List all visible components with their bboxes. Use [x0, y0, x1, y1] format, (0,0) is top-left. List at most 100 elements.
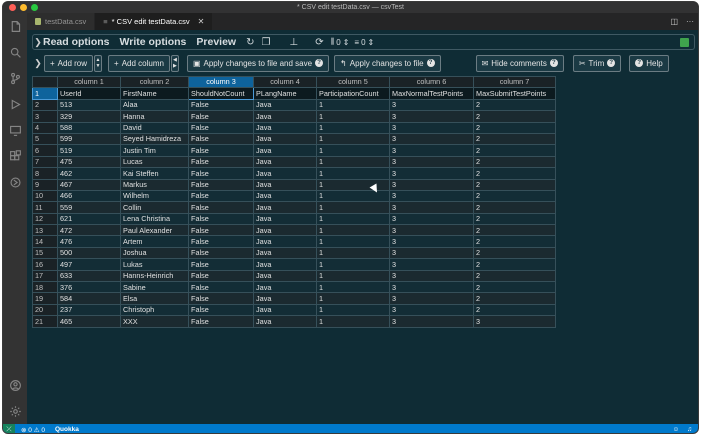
table-cell[interactable]: 519 [57, 144, 121, 157]
table-cell[interactable]: 376 [57, 281, 121, 294]
table-cell[interactable]: 2 [473, 167, 556, 180]
table-cell[interactable]: 3 [389, 132, 474, 146]
table-cell[interactable]: David [120, 121, 189, 134]
table-cell[interactable]: 2 [473, 155, 556, 169]
table-cell[interactable]: 1 [316, 292, 390, 305]
column-header[interactable]: column 5 [316, 75, 390, 89]
hide-comments-button[interactable]: ✉ Hide comments ? [475, 54, 564, 72]
table-cell[interactable]: 621 [57, 212, 121, 226]
table-cell[interactable]: Java [253, 132, 317, 146]
table-cell[interactable]: Collin [120, 201, 189, 214]
table-cell[interactable]: 3 [389, 269, 474, 283]
table-cell[interactable]: 3 [389, 258, 474, 271]
row-number[interactable]: 6 [32, 144, 58, 157]
column-header[interactable]: column 4 [253, 75, 317, 89]
table-cell[interactable]: 2 [473, 110, 556, 123]
apply-and-save-button[interactable]: ▣ Apply changes to file and save ? [186, 54, 330, 72]
run-debug-icon[interactable] [3, 91, 27, 117]
table-cell[interactable]: 3 [389, 246, 474, 260]
fixed-columns-control[interactable]: ≡ 0 ⇕ [354, 38, 374, 47]
table-cell[interactable]: 584 [57, 292, 121, 305]
table-cell[interactable]: Java [253, 235, 317, 248]
table-cell[interactable]: Christoph [120, 303, 189, 317]
table-cell[interactable]: Elsa [120, 292, 189, 305]
row-number[interactable]: 18 [32, 281, 58, 294]
row-number[interactable]: 12 [32, 212, 58, 226]
timeline-icon[interactable] [3, 169, 27, 195]
table-cell[interactable]: False [188, 132, 254, 146]
table-cell[interactable]: 329 [57, 110, 121, 123]
table-cell[interactable]: Kai Steffen [120, 167, 189, 180]
table-cell[interactable]: False [188, 201, 254, 214]
table-cell[interactable]: False [188, 212, 254, 226]
table-cell[interactable]: 1 [316, 212, 390, 226]
row-number[interactable]: 10 [32, 189, 58, 203]
table-cell[interactable]: Alaa [120, 98, 189, 112]
close-tab-icon[interactable]: ✕ [198, 17, 205, 26]
table-cell[interactable]: 1 [316, 155, 390, 169]
table-cell[interactable]: Java [253, 269, 317, 283]
table-cell[interactable]: Java [253, 246, 317, 260]
table-cell[interactable]: 1 [316, 281, 390, 294]
table-cell[interactable]: Paul Alexander [120, 224, 189, 237]
column-header[interactable]: column 6 [389, 75, 474, 89]
table-cell[interactable]: False [188, 246, 254, 260]
extensions-icon[interactable] [3, 143, 27, 169]
table-cell[interactable]: 476 [57, 235, 121, 248]
table-cell[interactable]: Java [253, 189, 317, 203]
table-cell[interactable]: XXX [120, 315, 189, 328]
table-cell[interactable]: 2 [473, 258, 556, 271]
table-cell[interactable]: 2 [473, 178, 556, 191]
row-number[interactable]: 1 [32, 87, 58, 100]
table-cell[interactable]: Java [253, 178, 317, 191]
table-cell[interactable]: Java [253, 121, 317, 134]
table-cell[interactable]: False [188, 155, 254, 169]
table-cell[interactable]: False [188, 189, 254, 203]
table-cell[interactable]: 3 [389, 167, 474, 180]
table-cell[interactable]: False [188, 167, 254, 180]
row-number[interactable]: 3 [32, 110, 58, 123]
stepper-icon[interactable]: ⇕ [343, 38, 350, 47]
split-editor-icon[interactable]: ◫ [670, 17, 678, 26]
table-cell[interactable]: 1 [316, 121, 390, 134]
table-cell[interactable]: 2 [473, 281, 556, 294]
table-cell[interactable]: 3 [389, 144, 474, 157]
table-cell[interactable]: 1 [316, 315, 390, 328]
table-cell[interactable]: Lukas [120, 258, 189, 271]
table-cell[interactable]: Sabine [120, 281, 189, 294]
table-cell[interactable]: 497 [57, 258, 121, 271]
table-cell[interactable]: False [188, 269, 254, 283]
row-number[interactable]: 20 [32, 303, 58, 317]
table-cell[interactable]: Java [253, 224, 317, 237]
read-options-link[interactable]: Read options [43, 36, 110, 48]
table-cell[interactable]: 1 [316, 189, 390, 203]
row-number[interactable]: 2 [32, 98, 58, 112]
table-cell[interactable]: 559 [57, 201, 121, 214]
table-cell[interactable]: False [188, 224, 254, 237]
table-cell[interactable]: Java [253, 303, 317, 317]
tab-testdata-csv[interactable]: testData.csv [27, 13, 96, 30]
table-cell[interactable]: Java [253, 155, 317, 169]
table-cell[interactable]: 1 [316, 258, 390, 271]
table-cell[interactable]: 3 [389, 121, 474, 134]
table-cell[interactable]: Java [253, 110, 317, 123]
table-cell[interactable]: 3 [389, 201, 474, 214]
table-cell[interactable]: 466 [57, 189, 121, 203]
table-cell[interactable]: 1 [316, 98, 390, 112]
apply-changes-button[interactable]: ↰ Apply changes to file ? [334, 54, 441, 72]
table-cell[interactable]: ParticipationCount [316, 87, 390, 100]
column-header-selected[interactable]: column 3 [188, 75, 254, 89]
table-cell[interactable]: 1 [316, 224, 390, 237]
table-cell[interactable]: 1 [316, 144, 390, 157]
table-cell[interactable]: 2 [473, 292, 556, 305]
table-cell[interactable]: Joshua [120, 246, 189, 260]
search-icon[interactable] [3, 39, 27, 65]
settings-gear-icon[interactable] [3, 398, 27, 424]
remote-explorer-icon[interactable] [3, 117, 27, 143]
table-cell[interactable]: 1 [316, 201, 390, 214]
chevron-right-icon[interactable]: ❯ [33, 37, 43, 48]
save-icon[interactable] [680, 37, 689, 47]
table-cell[interactable]: 3 [389, 315, 474, 328]
table-cell[interactable]: 3 [389, 281, 474, 294]
table-cell[interactable]: 500 [57, 246, 121, 260]
